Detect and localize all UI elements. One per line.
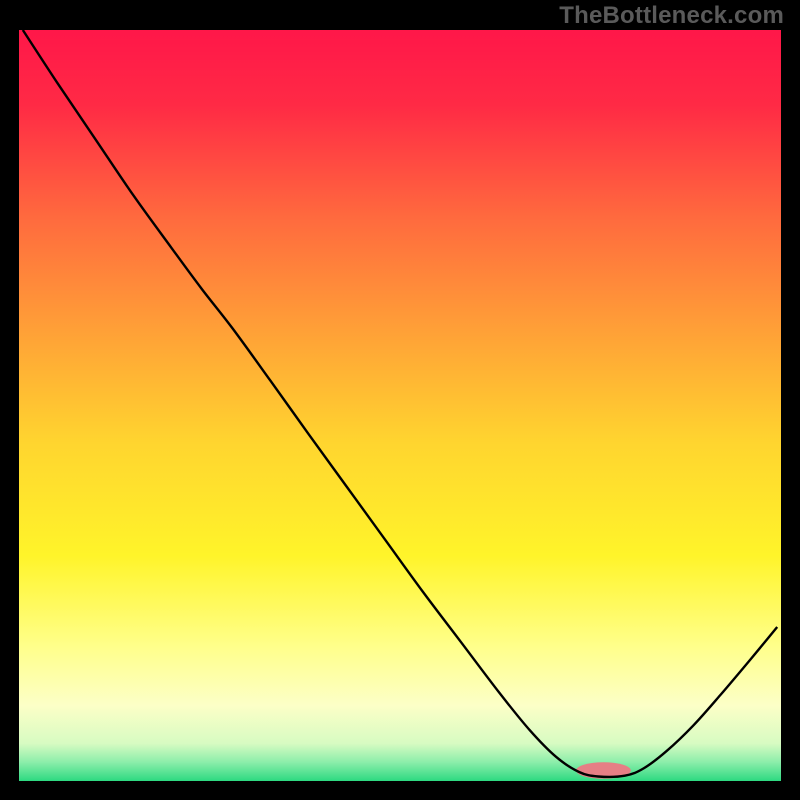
plot-area xyxy=(19,30,781,781)
gradient-background xyxy=(19,30,781,781)
chart-frame: TheBottleneck.com xyxy=(0,0,800,800)
chart-svg xyxy=(19,30,781,781)
watermark-text: TheBottleneck.com xyxy=(559,2,784,30)
